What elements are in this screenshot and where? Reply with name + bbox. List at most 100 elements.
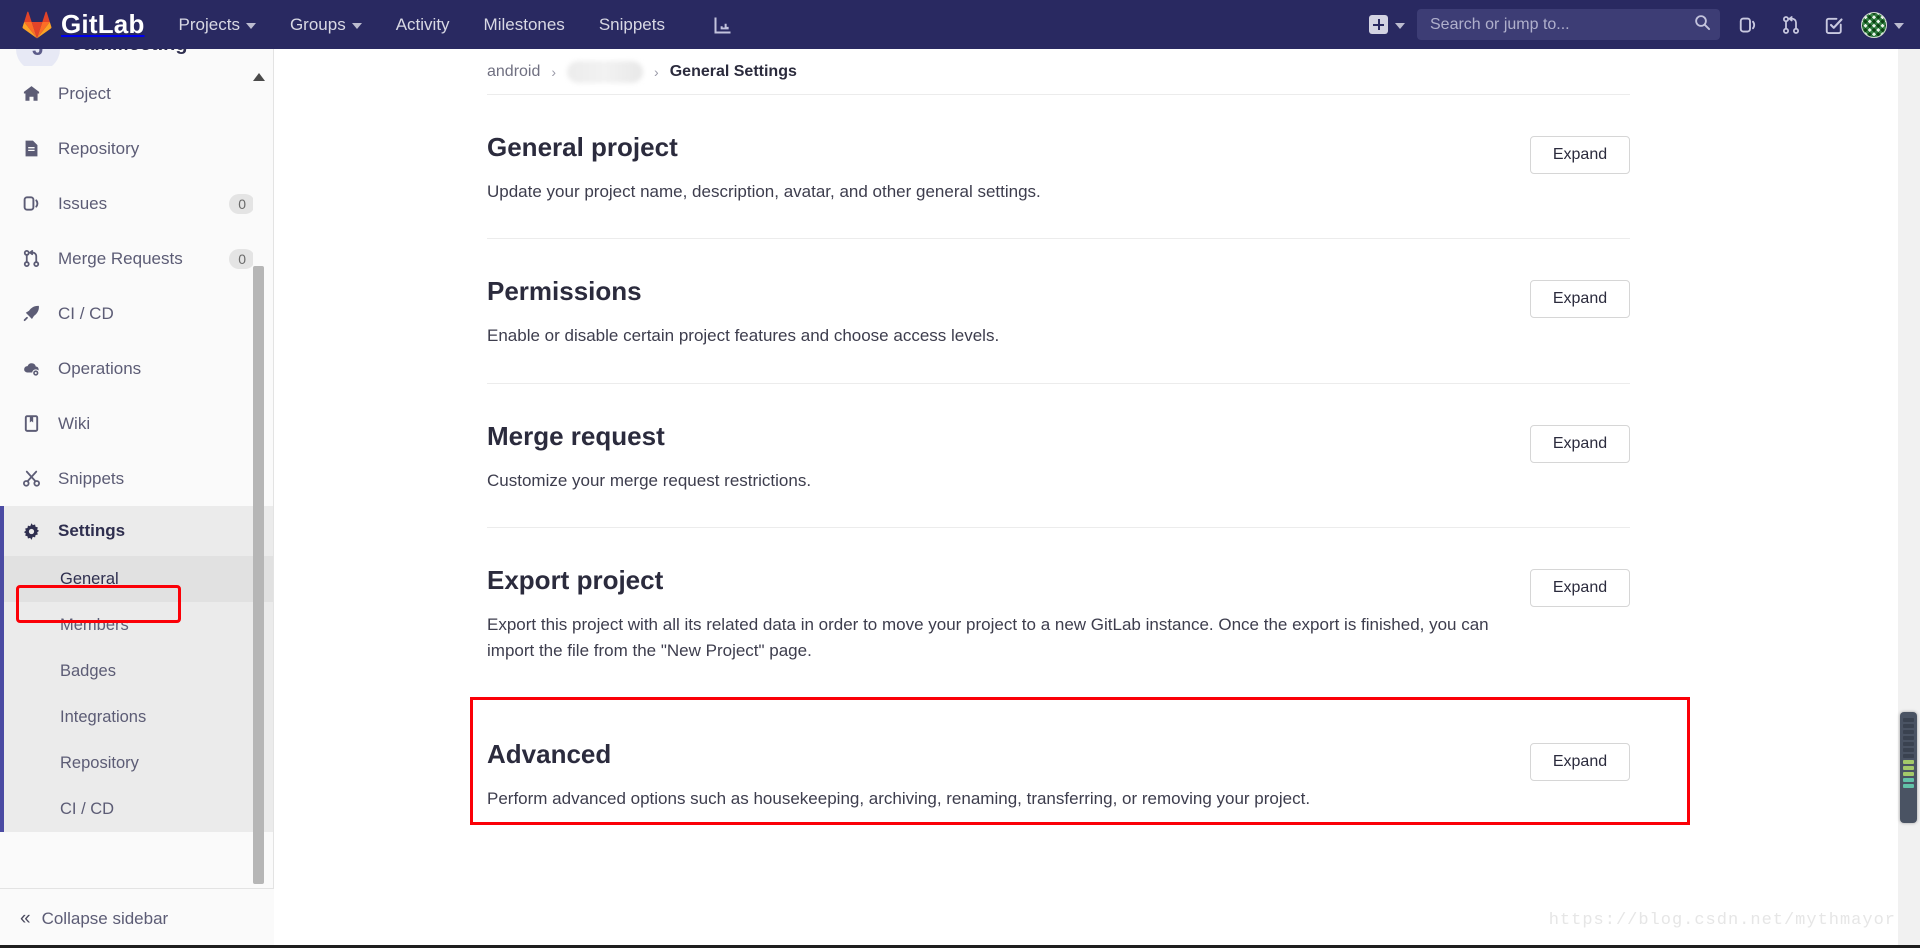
search-box[interactable] <box>1417 9 1720 40</box>
analytics-chart-icon[interactable] <box>713 15 733 35</box>
deco-segment <box>1903 718 1914 722</box>
home-icon <box>20 84 42 103</box>
sidebar-sublabel: General <box>60 570 119 589</box>
book-icon <box>20 414 42 433</box>
expand-button-general-project[interactable]: Expand <box>1530 136 1630 174</box>
nav-item-milestones[interactable]: Milestones <box>484 15 565 35</box>
nav-item-snippets[interactable]: Snippets <box>599 15 665 35</box>
breadcrumb-separator: › <box>551 64 556 80</box>
top-navbar: GitLab Projects Groups Activity Mileston… <box>0 0 1920 49</box>
sidebar-label: Snippets <box>58 469 255 489</box>
section-title: Permissions <box>487 277 1490 307</box>
deco-segment <box>1903 754 1914 758</box>
settings-section-export-project: Export project Export this project with … <box>487 528 1630 698</box>
nav-groups-label: Groups <box>290 15 346 35</box>
section-title: Merge request <box>487 422 1490 452</box>
sidebar-subitem-general[interactable]: General <box>4 556 273 602</box>
deco-segment <box>1903 730 1914 734</box>
deco-segment <box>1903 784 1914 788</box>
section-text: Merge request Customize your merge reque… <box>487 422 1530 493</box>
sidebar-subitem-integrations[interactable]: Integrations <box>4 694 273 740</box>
project-avatar: J <box>16 49 60 66</box>
sidebar-item-project[interactable]: Project <box>0 66 273 121</box>
sidebar-label: Issues <box>58 194 213 214</box>
sidebar-item-merge-requests[interactable]: Merge Requests 0 <box>0 231 273 286</box>
sidebar-sublabel: CI / CD <box>60 800 114 819</box>
nav-item-activity[interactable]: Activity <box>396 15 450 35</box>
gear-icon <box>20 522 42 541</box>
gitlab-wordmark: GitLab <box>61 9 145 40</box>
sidebar-item-ci-cd[interactable]: CI / CD <box>0 286 273 341</box>
sidebar-label: Operations <box>58 359 255 379</box>
sidebar-item-operations[interactable]: Operations <box>0 341 273 396</box>
issues-count-badge: 0 <box>229 194 255 214</box>
sidebar-label: Wiki <box>58 414 255 434</box>
nav-snippets-label: Snippets <box>599 15 665 35</box>
new-item-button[interactable] <box>1369 15 1405 34</box>
nav-issues-icon[interactable] <box>1726 0 1769 49</box>
main-content: android › › General Settings General pro… <box>274 49 1920 948</box>
scrollbar-decoration[interactable] <box>1900 712 1917 823</box>
sidebar-sublabel: Integrations <box>60 708 146 727</box>
sidebar-item-wiki[interactable]: Wiki <box>0 396 273 451</box>
sidebar-label: Repository <box>58 139 255 159</box>
section-description: Enable or disable certain project featur… <box>487 323 1490 349</box>
expand-button-permissions[interactable]: Expand <box>1530 280 1630 318</box>
sidebar-sublabel: Repository <box>60 754 139 773</box>
settings-section-merge-request: Merge request Customize your merge reque… <box>487 384 1630 528</box>
chevron-down-icon <box>246 23 256 29</box>
deco-segment <box>1903 742 1914 746</box>
collapse-sidebar-button[interactable]: « Collapse sidebar <box>0 888 274 948</box>
sidebar-subitem-ci-cd[interactable]: CI / CD <box>4 786 273 832</box>
section-title: Advanced <box>487 740 1490 770</box>
sidebar-subitem-badges[interactable]: Badges <box>4 648 273 694</box>
avatar <box>1861 12 1887 38</box>
sidebar-label: Merge Requests <box>58 249 213 269</box>
sidebar-settings-group: Settings General Members Badges Integrat… <box>0 506 273 832</box>
breadcrumb-root[interactable]: android <box>487 63 540 81</box>
sidebar-subitem-members[interactable]: Members <box>4 602 273 648</box>
chevron-down-icon <box>352 23 362 29</box>
sidebar-sublabel: Badges <box>60 662 116 681</box>
sidebar-subitem-repository[interactable]: Repository <box>4 740 273 786</box>
merge-requests-icon <box>20 249 42 268</box>
sidebar-label: CI / CD <box>58 304 255 324</box>
expand-button-merge-request[interactable]: Expand <box>1530 425 1630 463</box>
sidebar-item-repository[interactable]: Repository <box>0 121 273 176</box>
section-text: General project Update your project name… <box>487 133 1530 204</box>
sidebar-item-settings[interactable]: Settings <box>4 506 273 556</box>
chevron-down-icon <box>1395 23 1405 29</box>
sidebar-item-issues[interactable]: Issues 0 <box>0 176 273 231</box>
deco-segment <box>1903 724 1914 728</box>
sidebar-project-header[interactable]: J JamMeeting <box>0 49 273 66</box>
gitlab-tanuki-icon <box>22 10 52 40</box>
gitlab-home-link[interactable]: GitLab <box>22 9 145 40</box>
search-icon[interactable] <box>1694 14 1711 36</box>
deco-segment <box>1903 736 1914 740</box>
nav-item-groups[interactable]: Groups <box>290 15 362 35</box>
nav-todos-check-icon[interactable] <box>1812 0 1855 49</box>
settings-section-advanced: Advanced Perform advanced options such a… <box>487 698 1630 855</box>
expand-button-export-project[interactable]: Expand <box>1530 569 1630 607</box>
expand-button-advanced[interactable]: Expand <box>1530 743 1630 781</box>
user-menu-button[interactable] <box>1861 12 1904 38</box>
section-description: Customize your merge request restriction… <box>487 468 1490 494</box>
sidebar-scroll-up-arrow[interactable] <box>253 73 265 81</box>
section-title: Export project <box>487 566 1490 596</box>
search-input[interactable] <box>1430 16 1694 34</box>
page-scrollbar-track[interactable] <box>1898 49 1920 948</box>
sidebar-scrollbar-thumb[interactable] <box>253 266 264 884</box>
nav-item-projects[interactable]: Projects <box>179 15 256 35</box>
nav-merge-requests-icon[interactable] <box>1769 0 1812 49</box>
cloud-gear-icon <box>20 359 42 378</box>
sidebar-sublabel: Members <box>60 616 129 635</box>
section-text: Permissions Enable or disable certain pr… <box>487 277 1530 348</box>
sidebar-label: Project <box>58 84 255 104</box>
deco-segment <box>1903 772 1914 776</box>
nav-activity-label: Activity <box>396 15 450 35</box>
settings-section-permissions: Permissions Enable or disable certain pr… <box>487 239 1630 383</box>
breadcrumb-masked-project[interactable] <box>567 61 643 83</box>
section-description: Update your project name, description, a… <box>487 179 1490 205</box>
rocket-icon <box>20 304 42 323</box>
sidebar-item-snippets[interactable]: Snippets <box>0 451 273 506</box>
